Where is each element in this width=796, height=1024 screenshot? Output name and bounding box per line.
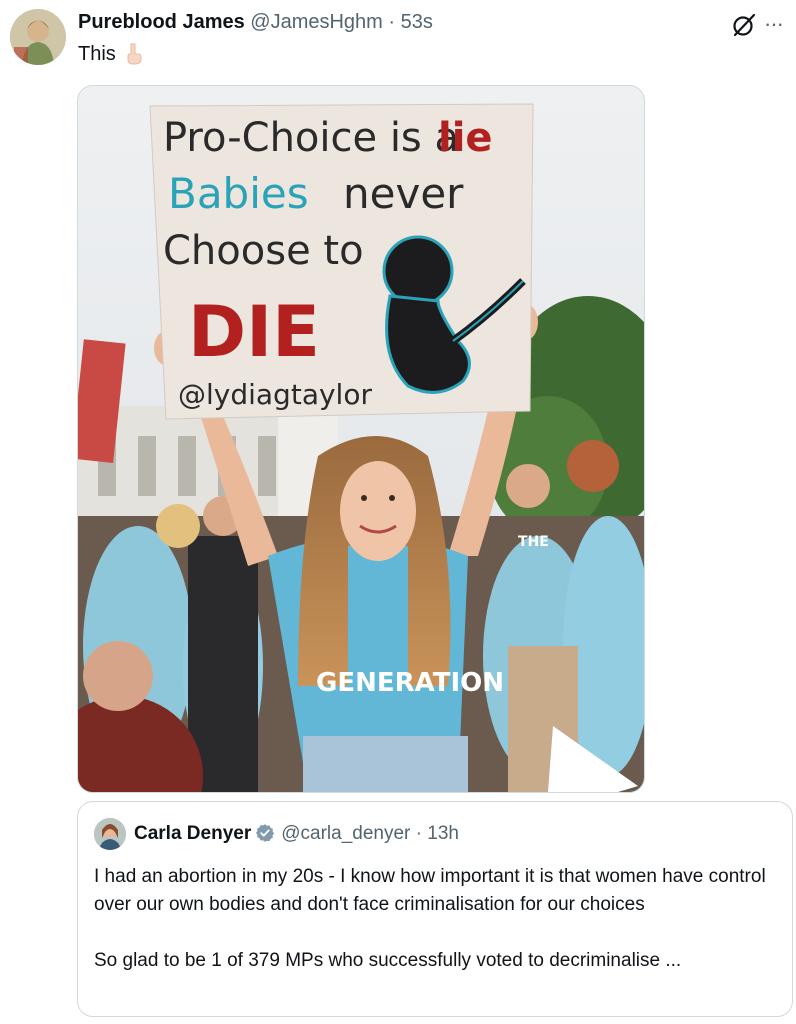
quoted-user-handle[interactable]: @carla_denyer xyxy=(281,823,410,844)
tweet-text: This xyxy=(78,43,116,65)
quoted-tweet[interactable]: Carla Denyer @carla_denyer · 13h I had an… xyxy=(77,801,793,1017)
avatar-image xyxy=(10,9,66,65)
separator: · xyxy=(388,11,396,33)
tweet-photo[interactable]: GENERATION THE Pro-Choice is a lie Babie… xyxy=(77,85,645,793)
quoted-paragraph-2: So glad to be 1 of 379 MPs who successfu… xyxy=(94,950,682,971)
sign-line-4: DIE xyxy=(188,291,320,373)
display-name[interactable]: Pureblood James xyxy=(78,11,245,33)
tweet-header: Pureblood James @JamesHghm · 53s xyxy=(78,10,433,34)
sign-line-1b: lie xyxy=(438,115,493,161)
grok-icon[interactable] xyxy=(731,12,757,38)
sign-line-3: Choose to xyxy=(163,228,364,274)
pointing-down-emoji-icon xyxy=(122,42,146,66)
quoted-tweet-header: Carla Denyer @carla_denyer · 13h xyxy=(134,822,459,846)
shirt-text: GENERATION xyxy=(316,668,504,698)
quoted-paragraph-1: I had an abortion in my 20s - I know how… xyxy=(94,866,766,915)
sign-line-2b: never xyxy=(343,169,464,218)
user-avatar[interactable] xyxy=(10,9,66,65)
verified-badge-icon xyxy=(255,823,275,843)
timestamp[interactable]: 53s xyxy=(401,11,433,33)
sign-line-1a: Pro-Choice is a xyxy=(163,115,459,161)
tweet: Pureblood James @JamesHghm · 53s This ··… xyxy=(0,0,796,1024)
quoted-separator: · xyxy=(415,823,422,844)
quoted-tweet-text: I had an abortion in my 20s - I know how… xyxy=(94,863,782,975)
sign-handle-text: @lydiagtaylor xyxy=(178,378,372,411)
protest-photo-image: GENERATION THE Pro-Choice is a lie Babie… xyxy=(78,86,644,792)
shirt-text-2: THE xyxy=(518,534,549,550)
sign-line-2a: Babies xyxy=(168,169,309,218)
quoted-avatar-image xyxy=(94,818,126,850)
quoted-display-name[interactable]: Carla Denyer xyxy=(134,823,251,844)
quoted-user-avatar[interactable] xyxy=(94,818,126,850)
protest-sign: Pro-Choice is a lie Babies never Choose … xyxy=(149,103,534,420)
more-options-icon[interactable]: ··· xyxy=(764,13,784,35)
user-handle[interactable]: @JamesHghm xyxy=(250,11,383,33)
quoted-timestamp[interactable]: 13h xyxy=(427,823,459,844)
